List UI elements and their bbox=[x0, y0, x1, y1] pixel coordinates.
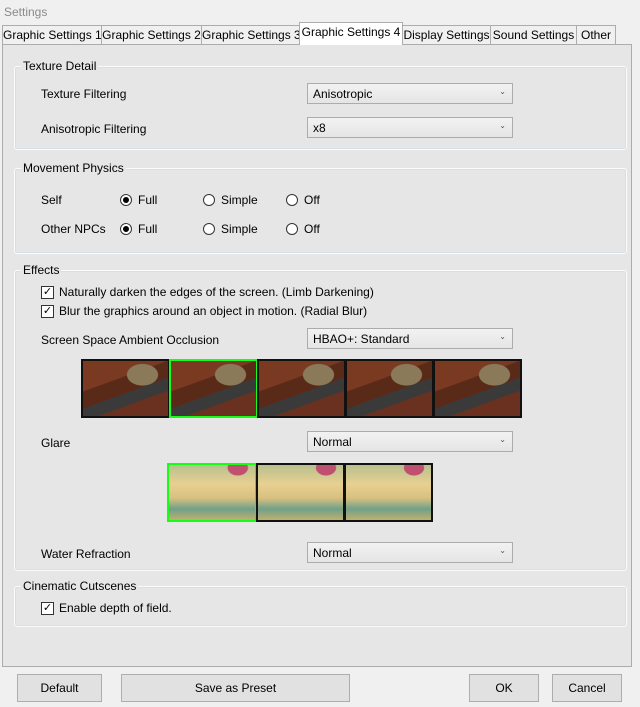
ssao-preview-4[interactable] bbox=[345, 359, 434, 418]
radio-circle bbox=[203, 194, 215, 206]
save-as-preset-button[interactable]: Save as Preset bbox=[121, 674, 350, 702]
radial-blur-checkbox[interactable]: ✓ Blur the graphics around an object in m… bbox=[41, 304, 367, 318]
effects-group: Effects ✓ Naturally darken the edges of t… bbox=[14, 263, 627, 571]
anisotropic-filtering-dropdown[interactable]: x8 ⌄ bbox=[307, 117, 513, 138]
ssao-preview-3[interactable] bbox=[257, 359, 346, 418]
ssao-label: Screen Space Ambient Occlusion bbox=[41, 333, 220, 347]
dropdown-value: Normal bbox=[313, 546, 352, 560]
ok-button[interactable]: OK bbox=[469, 674, 539, 702]
tab-sound[interactable]: Sound Settings bbox=[490, 25, 577, 45]
tab-panel: Texture Detail Texture Filtering Anisotr… bbox=[2, 44, 632, 667]
group-title: Cinematic Cutscenes bbox=[21, 579, 139, 593]
water-refraction-label: Water Refraction bbox=[41, 547, 131, 561]
glare-preview-2[interactable] bbox=[256, 463, 345, 522]
checkbox-label: Naturally darken the edges of the screen… bbox=[59, 285, 374, 299]
self-label: Self bbox=[41, 193, 62, 207]
tab-graphic-4[interactable]: Graphic Settings 4 bbox=[299, 22, 403, 45]
texture-detail-group: Texture Detail Texture Filtering Anisotr… bbox=[14, 59, 627, 150]
texture-filtering-dropdown[interactable]: Anisotropic ⌄ bbox=[307, 83, 513, 104]
npc-full-radio[interactable]: Full bbox=[120, 222, 157, 236]
anisotropic-filtering-label: Anisotropic Filtering bbox=[41, 122, 147, 136]
tab-graphic-1[interactable]: Graphic Settings 1 bbox=[2, 25, 102, 45]
texture-filtering-label: Texture Filtering bbox=[41, 87, 127, 101]
npc-simple-radio[interactable]: Simple bbox=[203, 222, 258, 236]
glare-preview-1[interactable] bbox=[167, 463, 257, 522]
checkbox-label: Blur the graphics around an object in mo… bbox=[59, 304, 368, 318]
group-title: Texture Detail bbox=[21, 59, 99, 73]
dropdown-value: Normal bbox=[313, 435, 352, 449]
chevron-down-icon: ⌄ bbox=[499, 87, 506, 96]
chevron-down-icon: ⌄ bbox=[499, 332, 506, 341]
radio-circle bbox=[120, 194, 132, 206]
checkmark-icon: ✓ bbox=[41, 601, 54, 615]
glare-preview-3[interactable] bbox=[344, 463, 433, 522]
radio-label: Off bbox=[304, 222, 320, 236]
chevron-down-icon: ⌄ bbox=[499, 546, 506, 555]
default-button[interactable]: Default bbox=[17, 674, 102, 702]
self-off-radio[interactable]: Off bbox=[286, 193, 320, 207]
tab-display[interactable]: Display Settings bbox=[402, 25, 491, 45]
ssao-preview-1[interactable] bbox=[81, 359, 170, 418]
window-title: Settings bbox=[4, 5, 48, 19]
radio-label: Simple bbox=[221, 193, 258, 207]
checkmark-icon: ✓ bbox=[41, 285, 54, 299]
dropdown-value: x8 bbox=[313, 121, 326, 135]
ssao-preview-2[interactable] bbox=[169, 359, 258, 418]
other-npcs-label: Other NPCs bbox=[41, 222, 106, 236]
radio-circle bbox=[286, 194, 298, 206]
dropdown-value: Anisotropic bbox=[313, 87, 373, 101]
tab-other[interactable]: Other bbox=[576, 25, 616, 45]
movement-physics-group: Movement Physics Self Full Simple Off Ot… bbox=[14, 161, 627, 254]
glare-dropdown[interactable]: Normal ⌄ bbox=[307, 431, 513, 452]
radio-circle bbox=[203, 223, 215, 235]
tab-graphic-2[interactable]: Graphic Settings 2 bbox=[101, 25, 202, 45]
dropdown-value: HBAO+: Standard bbox=[313, 332, 410, 346]
chevron-down-icon: ⌄ bbox=[499, 435, 506, 444]
checkbox-label: Enable depth of field. bbox=[59, 601, 172, 615]
radio-circle bbox=[286, 223, 298, 235]
tab-graphic-3[interactable]: Graphic Settings 3 bbox=[201, 25, 301, 45]
radio-label: Full bbox=[138, 222, 158, 236]
group-title: Effects bbox=[21, 263, 62, 277]
checkmark-icon: ✓ bbox=[41, 304, 54, 318]
radio-circle bbox=[120, 223, 132, 235]
cinematic-cutscenes-group: Cinematic Cutscenes ✓ Enable depth of fie… bbox=[14, 579, 627, 627]
chevron-down-icon: ⌄ bbox=[499, 121, 506, 130]
ssao-preview-5[interactable] bbox=[433, 359, 522, 418]
self-full-radio[interactable]: Full bbox=[120, 193, 157, 207]
tab-bar: Graphic Settings 1 Graphic Settings 2 Gr… bbox=[2, 22, 616, 45]
glare-label: Glare bbox=[41, 436, 71, 450]
radio-label: Simple bbox=[221, 222, 258, 236]
ssao-dropdown[interactable]: HBAO+: Standard ⌄ bbox=[307, 328, 513, 349]
depth-of-field-checkbox[interactable]: ✓ Enable depth of field. bbox=[41, 601, 172, 615]
cancel-button[interactable]: Cancel bbox=[552, 674, 622, 702]
radio-label: Full bbox=[138, 193, 158, 207]
npc-off-radio[interactable]: Off bbox=[286, 222, 320, 236]
water-refraction-dropdown[interactable]: Normal ⌄ bbox=[307, 542, 513, 563]
radio-label: Off bbox=[304, 193, 320, 207]
group-title: Movement Physics bbox=[21, 161, 126, 175]
self-simple-radio[interactable]: Simple bbox=[203, 193, 258, 207]
limb-darkening-checkbox[interactable]: ✓ Naturally darken the edges of the scree… bbox=[41, 285, 374, 299]
